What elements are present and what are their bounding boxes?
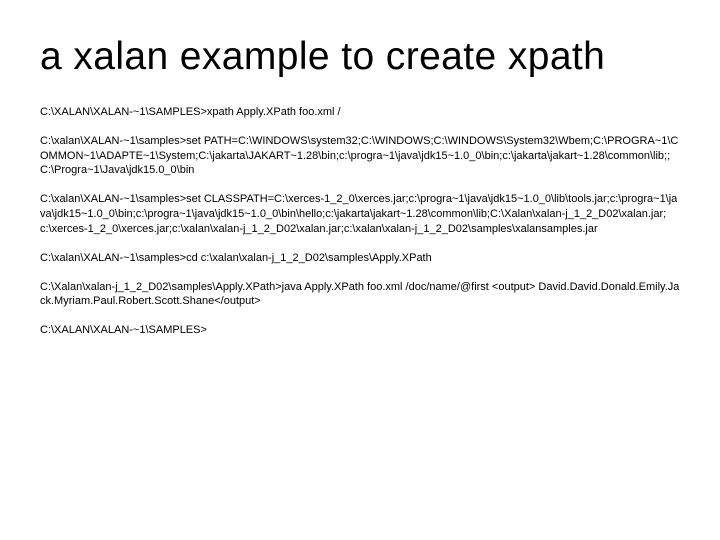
cmd-block: C:\XALAN\XALAN-~1\SAMPLES>xpath Apply.XP… xyxy=(40,105,680,120)
cmd-block: C:\xalan\XALAN-~1\samples>set CLASSPATH=… xyxy=(40,192,680,237)
cmd-block: C:\xalan\XALAN-~1\samples>set PATH=C:\WI… xyxy=(40,134,680,179)
cmd-block: C:\Xalan\xalan-j_1_2_D02\samples\Apply.X… xyxy=(40,280,680,310)
cmd-block: C:\XALAN\XALAN-~1\SAMPLES> xyxy=(40,323,680,338)
cmd-block: C:\xalan\XALAN-~1\samples>cd c:\xalan\xa… xyxy=(40,251,680,266)
slide-title: a xalan example to create xpath xyxy=(40,36,680,79)
slide: a xalan example to create xpath C:\XALAN… xyxy=(0,0,720,540)
